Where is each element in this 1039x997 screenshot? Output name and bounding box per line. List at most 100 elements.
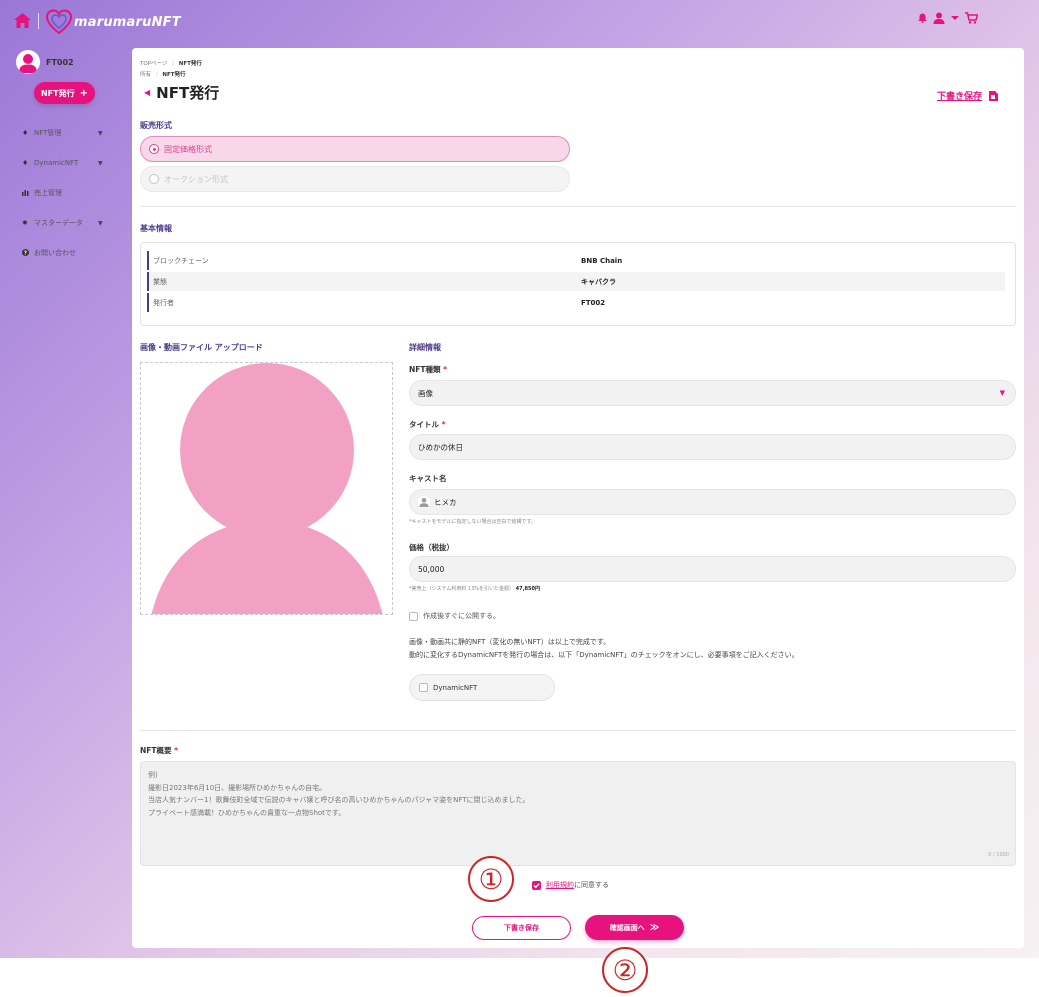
draft-save-link[interactable]: 下書き保存 [937,89,999,102]
double-chevron-right-icon: ≫ [649,922,660,933]
main-card: TOPページ / NFT発行 所有 / NFT発行 ◀ NFT発行 下書き保存 … [132,48,1024,948]
avatar [16,50,40,74]
sidebar-item-sales[interactable]: 売上管理 [22,178,112,208]
breadcrumb-owned-link[interactable]: 所有 [140,72,151,78]
placeholder-line: 撮影日2023年6月10日、撮影場所ひめかちゃんの自宅。 [148,783,327,792]
title-input[interactable]: ひめかの休日 [409,434,1016,460]
cast-name-input[interactable]: ヒメカ [409,489,1016,515]
upload-dropzone[interactable] [140,362,393,615]
terms-checkbox[interactable] [532,880,541,890]
user-icon[interactable] [933,12,945,24]
radio-fixed-price[interactable]: 固定価格形式 [140,136,570,162]
placeholder-line: プライベート感満載！ひめかちゃんの貴重な一点物Shotです。 [148,808,346,817]
price-note-text: *実売上（システム利用料 13%を引いた金額） [409,586,515,592]
breadcrumb-separator: / [172,61,175,67]
page-title-row: ◀ NFT発行 [144,82,219,103]
publish-label: 作成後すぐに公開する。 [423,612,500,620]
cast-name-note: *キャストをモデルに指定しない場合は空白で結構です。 [409,519,537,525]
confirm-button-label: 確認画面へ [609,923,645,932]
sidebar-item-master-data[interactable]: ✹ マスターデータ ▼ [22,208,112,238]
static-nft-info: 画像・動画共に静的NFT（変化の無いNFT）は以上で完成です。 [409,638,611,646]
info-row-issuer: 発行者 FT002 [147,293,1005,312]
back-caret-icon[interactable]: ◀ [144,88,150,97]
title-input-value: ひめかの休日 [418,442,463,452]
info-value: BNB Chain [581,256,623,265]
placeholder-line: 当店人気ナンバー1！歌舞伎町全域で伝説のキャバ嬢と呼び名の高いひめかちゃんのパジ… [148,796,530,804]
question-icon: ? [22,248,31,258]
sidebar-item-nft-management[interactable]: ♦ NFT管理 ▼ [22,118,112,148]
radio-checked-icon [149,144,159,154]
price-note: *実売上（システム利用料 13%を引いた金額） 47,850円 [409,585,540,592]
dynamic-nft-label: DynamicNFT [433,683,478,692]
sidebar-user[interactable]: FT002 [16,50,74,74]
gear-icon: ✹ [22,219,28,227]
nft-issue-button-label: NFT発行 [40,88,75,98]
save-file-icon [989,90,999,101]
chevron-down-icon[interactable] [951,15,959,21]
cart-icon[interactable] [965,12,978,24]
required-mark: * [443,365,448,374]
breadcrumb-separator: / [155,72,158,78]
required-mark: * [441,420,446,429]
draft-save-button[interactable]: 下書き保存 [472,916,571,940]
draft-save-link-label: 下書き保存 [937,92,983,102]
info-value: FT002 [581,298,606,307]
placeholder-person-icon [151,363,383,614]
placeholder-line: 例) [148,771,158,779]
breadcrumb-current: NFT発行 [162,72,186,78]
nft-type-value: 画像 [418,388,433,398]
publish-immediately-row[interactable]: 作成後すぐに公開する。 [409,611,500,621]
title-label-text: タイトル [409,420,439,429]
sidebar-item-label: 売上管理 [34,189,62,197]
info-key: 発行者 [153,298,174,307]
divider [140,206,1016,207]
info-key: ブロックチェーン [153,256,209,265]
sidebar-item-contact[interactable]: ? お問い合わせ [22,238,112,268]
confirm-button[interactable]: 確認画面へ ≫ [585,915,684,940]
radio-auction: オークション形式 [140,166,570,192]
logo[interactable]: marumaruNFT [46,8,181,36]
top-header: marumaruNFT [0,0,1039,44]
sidebar-item-label: マスターデータ [34,219,83,227]
row-accent-bar [147,272,149,291]
home-icon[interactable] [14,13,31,28]
chevron-down-icon: ▼ [999,389,1005,397]
dynamic-nft-toggle[interactable]: DynamicNFT [409,674,555,701]
required-mark: * [174,746,179,755]
radio-auction-label: オークション形式 [164,174,228,184]
basic-info-title: 基本情報 [140,224,172,233]
terms-suffix: に同意する [574,881,609,889]
net-amount: 47,850円 [515,586,540,592]
sidebar-item-label: NFT管理 [34,129,62,137]
logo-text: marumaruNFT [74,14,181,30]
info-value: キャバクラ [581,277,616,286]
bell-icon[interactable] [918,13,927,23]
breadcrumb-current: NFT発行 [178,61,202,67]
price-label: 価格（税抜） [409,543,454,552]
nft-type-label: NFT種類 * [409,364,447,375]
page-title: NFT発行 [156,84,220,102]
radio-unchecked-icon [149,174,159,184]
char-counter: 0 / 1000 [988,851,1009,858]
price-value: 50,000 [418,564,445,574]
upload-title: 画像・動画ファイル アップロード [140,343,263,352]
price-input[interactable]: 50,000 [409,556,1016,582]
info-key: 業態 [153,277,167,286]
annotation-marker-1: ① [468,856,514,902]
terms-link[interactable]: 利用規約 [546,881,574,889]
nft-type-label-text: NFT種類 [409,365,441,374]
dynamic-nft-checkbox[interactable] [419,683,428,692]
overview-label-text: NFT概要 [140,746,172,755]
breadcrumb-secondary: 所有 / NFT発行 [140,70,186,78]
publish-checkbox[interactable] [409,611,418,621]
overview-textarea[interactable]: 例) 撮影日2023年6月10日、撮影場所ひめかちゃんの自宅。 当店人気ナンバー… [140,761,1016,866]
terms-agreement-row: 利用規約に同意する [532,880,609,890]
info-row-blockchain: ブロックチェーン BNB Chain [147,251,1005,270]
nft-issue-button[interactable]: NFT発行 + [34,82,95,104]
sidebar-item-dynamicnft[interactable]: ♦ DynamicNFT ▼ [22,148,112,178]
nft-type-select[interactable]: 画像 ▼ [409,380,1016,406]
divider [140,730,1016,731]
breadcrumb-top-link[interactable]: TOPページ [140,61,167,67]
info-row-business-type: 業態 キャバクラ [147,272,1005,291]
svg-text:?: ? [24,250,27,255]
